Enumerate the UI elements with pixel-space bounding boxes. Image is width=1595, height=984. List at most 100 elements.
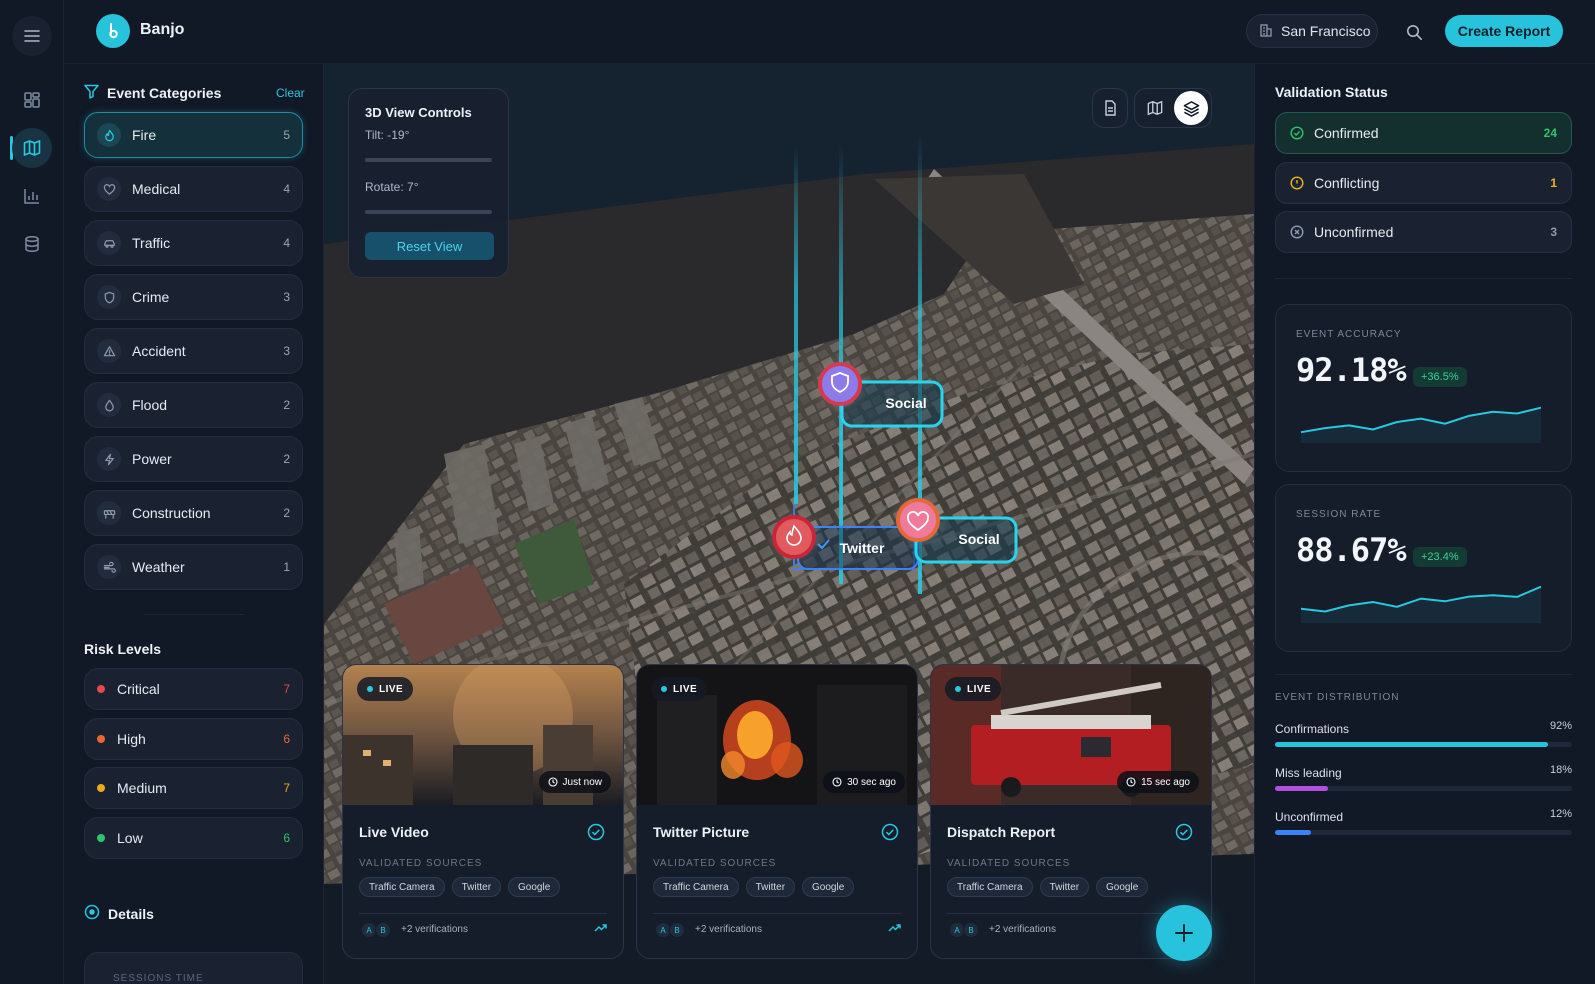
source-chip[interactable]: Traffic Camera [653, 877, 739, 897]
create-report-button[interactable]: Create Report [1445, 15, 1563, 47]
database-icon[interactable] [12, 224, 52, 264]
dashboard-icon[interactable] [12, 80, 52, 120]
validation-item-unconfirmed[interactable]: Unconfirmed 3 [1275, 211, 1572, 253]
distribution-item: Unconfirmed 12% [1275, 808, 1572, 835]
divider [1275, 674, 1572, 675]
risk-dot [97, 833, 105, 842]
category-item-construction[interactable]: Construction 2 [84, 490, 303, 536]
event-categories-title: Event Categories [107, 85, 222, 101]
divider [947, 913, 1195, 914]
distribution-bar [1275, 830, 1572, 835]
category-item-weather[interactable]: Weather 1 [84, 544, 303, 590]
stat-label: EVENT ACCURACY [1296, 329, 1402, 340]
chart-icon[interactable] [12, 176, 52, 216]
feed-card-twitter-picture[interactable]: LIVE 30 sec ago Twitter Picture VALIDATE… [636, 664, 918, 959]
session-rate-card: SESSION RATE 88.67% +23.4% [1275, 484, 1572, 652]
live-badge: LIVE [357, 677, 414, 701]
map-view[interactable]: Social Twitter Social 3D View Controls T… [324, 64, 1254, 984]
source-chips: Traffic Camera Twitter Google [359, 877, 561, 897]
plus-icon [1175, 924, 1193, 942]
risk-count: 6 [283, 731, 290, 746]
medical-marker[interactable] [896, 498, 940, 542]
source-chips: Traffic Camera Twitter Google [947, 877, 1149, 897]
risk-label: Low [117, 829, 143, 846]
city-selector[interactable]: San Francisco [1246, 14, 1378, 48]
validation-status-title: Validation Status [1275, 84, 1388, 100]
source-chip[interactable]: Traffic Camera [359, 877, 445, 897]
category-item-accident[interactable]: Accident 3 [84, 328, 303, 374]
category-item-fire[interactable]: Fire 5 [84, 112, 303, 158]
reset-view-button[interactable]: Reset View [365, 232, 494, 260]
category-item-traffic[interactable]: Traffic 4 [84, 220, 303, 266]
risk-item-critical[interactable]: Critical 7 [84, 668, 303, 710]
category-item-crime[interactable]: Crime 3 [84, 274, 303, 320]
verifications-count: +2 verifications [695, 924, 762, 935]
feed-card-live-video[interactable]: LIVE Just now Live Video VALIDATED SOURC… [342, 664, 624, 959]
add-button[interactable] [1156, 905, 1212, 961]
event-distribution-title: EVENT DISTRIBUTION [1275, 692, 1400, 703]
validation-item-conflicting[interactable]: Conflicting 1 [1275, 161, 1572, 204]
risk-dot [97, 734, 105, 743]
barrier-icon [97, 501, 121, 525]
document-icon[interactable] [1093, 91, 1127, 125]
risk-item-high[interactable]: High 6 [84, 717, 303, 760]
source-chip[interactable]: Google [1096, 877, 1149, 897]
map-icon[interactable] [1138, 91, 1172, 125]
verifications-count: +2 verifications [989, 924, 1056, 935]
crime-marker[interactable] [818, 362, 862, 406]
risk-label: Medium [117, 780, 167, 796]
session-sparkline [1300, 585, 1542, 623]
wind-icon [97, 555, 121, 579]
category-label: Power [132, 451, 172, 467]
source-chip[interactable]: Twitter [1039, 877, 1090, 897]
trending-up-icon[interactable] [594, 923, 607, 933]
risk-item-low[interactable]: Low 6 [84, 816, 303, 859]
timestamp-badge: 30 sec ago [823, 771, 905, 793]
source-chip[interactable]: Traffic Camera [947, 877, 1033, 897]
layers-icon[interactable] [1174, 91, 1208, 125]
fire-marker[interactable] [772, 515, 816, 559]
stat-value: 92.18% [1296, 351, 1407, 389]
category-item-flood[interactable]: Flood 2 [84, 382, 303, 428]
validated-sources-label: VALIDATED SOURCES [359, 858, 483, 869]
category-count: 2 [283, 398, 290, 412]
rotate-value: Rotate: 7° [365, 180, 419, 194]
clock-icon [832, 777, 842, 787]
category-item-medical[interactable]: Medical 4 [84, 166, 303, 212]
timestamp-badge: 15 sec ago [1117, 771, 1199, 793]
source-chip[interactable]: Google [508, 877, 561, 897]
sessions-time-label: SESSIONS TIME [113, 973, 204, 984]
bolt-icon [97, 447, 121, 471]
category-label: Traffic [132, 235, 171, 251]
search-icon[interactable] [1400, 18, 1428, 46]
validation-count: 3 [1550, 225, 1557, 239]
category-count: 3 [283, 344, 290, 358]
source-chip[interactable]: Google [802, 877, 855, 897]
report-view-toggle[interactable] [1092, 88, 1128, 128]
map-layer-toggle[interactable] [1134, 88, 1212, 128]
validation-label: Confirmed [1314, 125, 1379, 141]
map-icon[interactable] [12, 128, 52, 168]
source-chip[interactable]: Twitter [745, 877, 796, 897]
stat-delta-badge: +36.5% [1413, 367, 1467, 387]
validation-label: Unconfirmed [1314, 224, 1394, 240]
validation-count: 1 [1550, 175, 1557, 190]
validation-item-confirmed[interactable]: Confirmed 24 [1275, 112, 1572, 154]
details-heading[interactable]: Details [84, 904, 154, 923]
clear-filters-link[interactable]: Clear [276, 86, 305, 100]
event-beam [794, 144, 798, 504]
category-item-power[interactable]: Power 2 [84, 436, 303, 482]
app-logo[interactable] [96, 14, 130, 48]
source-chip[interactable]: Twitter [451, 877, 502, 897]
distribution-percent: 92% [1549, 720, 1572, 732]
tilt-slider[interactable] [365, 158, 492, 162]
risk-item-medium[interactable]: Medium 7 [84, 767, 303, 809]
warning-icon [97, 339, 121, 363]
menu-icon[interactable] [12, 16, 52, 56]
rotate-slider[interactable] [365, 210, 492, 214]
check-circle-icon [1290, 126, 1304, 140]
details-title: Details [108, 905, 154, 922]
trending-up-icon[interactable] [888, 923, 901, 933]
avatar: B [669, 922, 685, 938]
validation-count: 24 [1543, 126, 1557, 140]
